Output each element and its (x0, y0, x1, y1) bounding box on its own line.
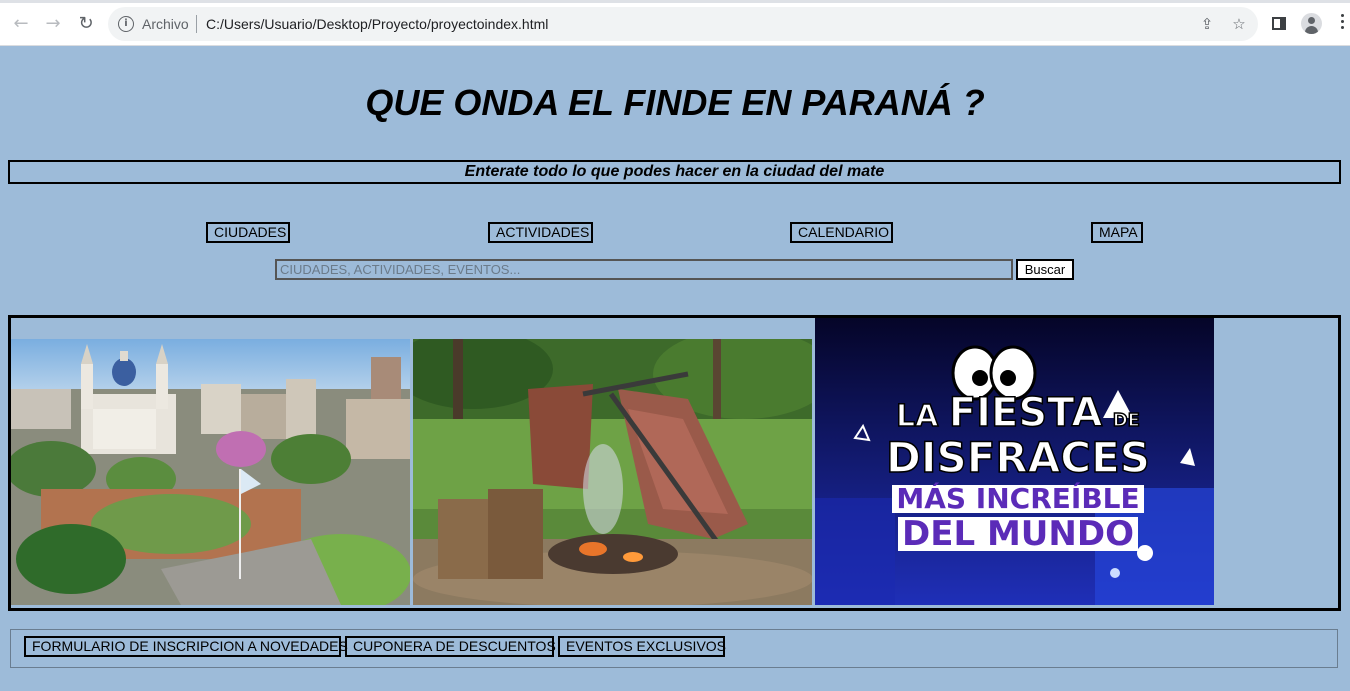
nav-actividades-button[interactable]: ACTIVIDADES (488, 222, 593, 243)
search-button[interactable]: Buscar (1016, 259, 1074, 280)
security-label: Archivo (142, 16, 189, 32)
arrow-left-icon: ← (13, 12, 29, 34)
address-divider (196, 15, 197, 33)
back-button[interactable]: ← (10, 12, 32, 34)
parana-city-photo (11, 339, 410, 605)
poster-text: LA FIESTA DE DISFRACES MÁS INCREÍBLE DEL… (885, 390, 1151, 554)
page-title: QUE ONDA EL FINDE EN PARANÁ ? (365, 82, 985, 123)
search-input[interactable] (275, 259, 1013, 280)
fiesta-disfraces-poster: LA FIESTA DE DISFRACES MÁS INCREÍBLE DEL… (815, 318, 1214, 605)
nav-calendario-button[interactable]: CALENDARIO (790, 222, 893, 243)
exclusive-events-button[interactable]: EVENTOS EXCLUSIVOS (558, 636, 726, 657)
bookmark-star-icon[interactable]: ☆ (1230, 15, 1248, 33)
forward-button[interactable]: → (42, 12, 64, 34)
profile-avatar-icon[interactable] (1301, 13, 1322, 34)
reload-icon: ↻ (78, 12, 94, 34)
newsletter-form-button[interactable]: FORMULARIO DE INSCRIPCION A NOVEDADES (24, 636, 348, 657)
tab-strip-edge (0, 0, 1350, 3)
browser-toolbar: ← → ↻ i Archivo C:/Users/Usuario/Desktop… (0, 0, 1350, 46)
nav-ciudades-button[interactable]: CIUDADES (206, 222, 290, 243)
image-gallery: LA FIESTA DE DISFRACES MÁS INCREÍBLE DEL… (8, 315, 1341, 611)
coupons-button[interactable]: CUPONERA DE DESCUENTOS (345, 636, 556, 657)
asado-photo (413, 339, 812, 605)
arrow-right-icon: → (45, 12, 61, 34)
share-icon[interactable]: ⇪ (1198, 15, 1216, 33)
address-bar[interactable]: i Archivo C:/Users/Usuario/Desktop/Proye… (108, 7, 1258, 41)
side-panel-icon[interactable] (1272, 17, 1286, 30)
more-menu-icon[interactable] (1341, 14, 1345, 32)
info-icon[interactable]: i (118, 16, 134, 32)
url-text[interactable]: C:/Users/Usuario/Desktop/Proyecto/proyec… (206, 16, 548, 32)
nav-mapa-button[interactable]: MAPA (1091, 222, 1143, 243)
subtitle-banner: Enterate todo lo que podes hacer en la c… (8, 160, 1341, 184)
subtitle-text: Enterate todo lo que podes hacer en la c… (464, 163, 885, 180)
reload-button[interactable]: ↻ (75, 12, 97, 34)
